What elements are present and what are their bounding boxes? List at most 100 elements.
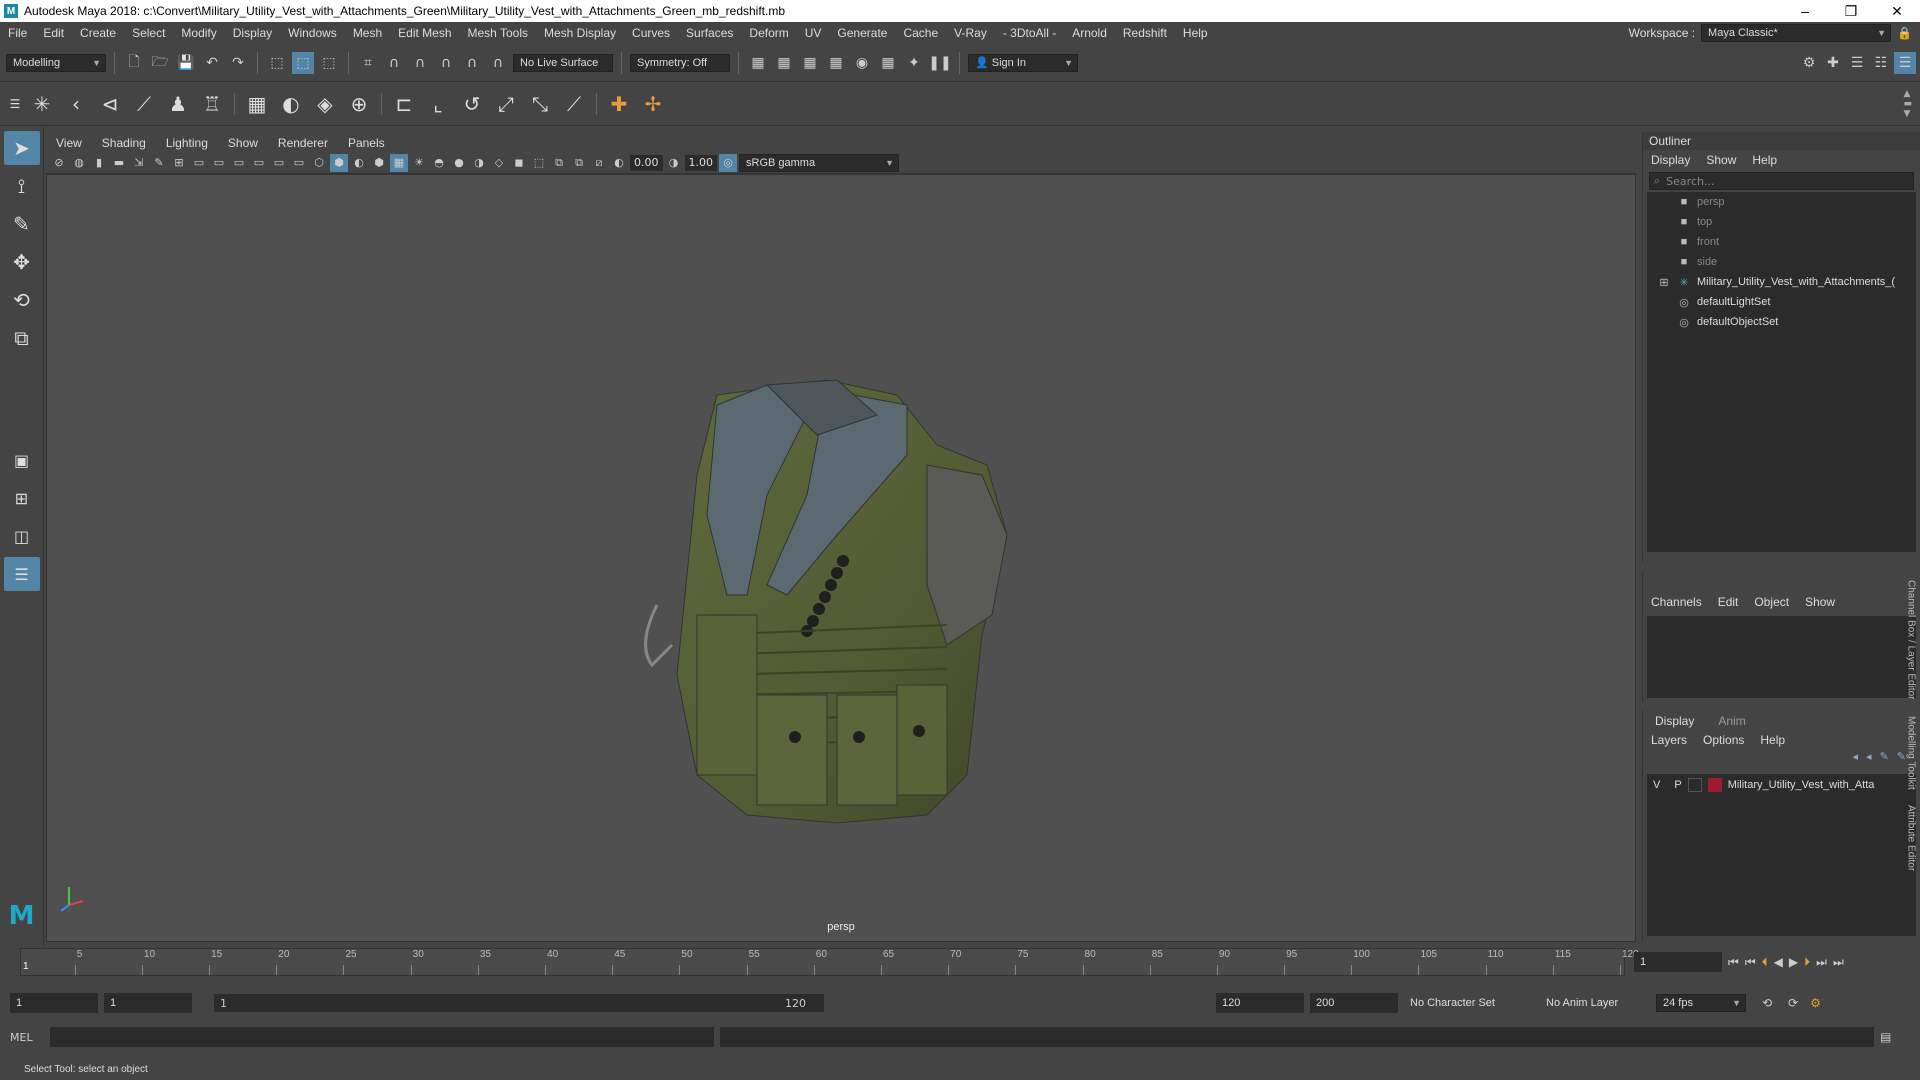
- layer-menu-layers[interactable]: Layers: [1643, 733, 1695, 747]
- snap-live-icon[interactable]: ∩: [487, 52, 509, 74]
- gate-mask-icon[interactable]: ▭: [230, 154, 248, 172]
- select-object-icon[interactable]: ⬚: [292, 51, 314, 74]
- render-settings-icon[interactable]: ▦: [825, 52, 847, 74]
- menu-redshift[interactable]: Redshift: [1115, 26, 1175, 40]
- outliner-item-front[interactable]: ■ front: [1647, 232, 1916, 252]
- animation-start-field[interactable]: 1: [10, 993, 98, 1013]
- step-forward-key-icon[interactable]: ⏭: [1816, 955, 1827, 970]
- viewport-menu-view[interactable]: View: [46, 136, 92, 150]
- menu-mesh[interactable]: Mesh: [345, 26, 390, 40]
- channel-box-icon[interactable]: ☰: [1894, 51, 1916, 74]
- layer-name[interactable]: Military_Utility_Vest_with_Atta: [1728, 779, 1875, 791]
- layer-move-down-icon[interactable]: ◂: [1866, 750, 1872, 770]
- loop-icon[interactable]: ⟲: [1762, 996, 1772, 1010]
- go-to-start-icon[interactable]: ⏮: [1728, 955, 1739, 970]
- quick-rig-icon[interactable]: ♖: [196, 88, 228, 120]
- single-view-icon[interactable]: ▣: [4, 443, 40, 477]
- sign-in-dropdown[interactable]: 👤 Sign In ▼: [968, 53, 1078, 72]
- viewport-menu-shading[interactable]: Shading: [92, 136, 156, 150]
- current-frame-field[interactable]: 1: [1634, 952, 1722, 972]
- workspace-dropdown[interactable]: Maya Classic* ▼: [1701, 24, 1892, 42]
- step-back-frame-icon[interactable]: ⏴: [1762, 955, 1768, 970]
- textured-icon[interactable]: ▦: [390, 153, 408, 172]
- grease-pencil-icon[interactable]: ✎: [150, 154, 168, 172]
- menu-surfaces[interactable]: Surfaces: [678, 26, 741, 40]
- ik-handle-icon[interactable]: ‹: [60, 88, 92, 120]
- motion-blur-icon[interactable]: ◑: [470, 154, 488, 172]
- outliner-menu-show[interactable]: Show: [1698, 153, 1744, 167]
- maximize-button[interactable]: ❐: [1828, 3, 1874, 20]
- channel-menu-show[interactable]: Show: [1797, 595, 1843, 609]
- isolate-select-icon[interactable]: ⬚: [530, 154, 548, 172]
- outliner-item-defaultobjectset[interactable]: ◎ defaultObjectSet: [1647, 312, 1916, 332]
- menu-select[interactable]: Select: [124, 26, 173, 40]
- xray-joints-icon[interactable]: ⧉: [570, 154, 588, 172]
- bind-skin-icon[interactable]: ⟋: [128, 88, 160, 120]
- pole-vector-icon[interactable]: ⟋: [558, 88, 590, 120]
- select-tool-icon[interactable]: ➤: [3, 131, 40, 165]
- bookmark-icon[interactable]: ▮: [90, 154, 108, 172]
- outliner-item-side[interactable]: ■ side: [1647, 252, 1916, 272]
- select-hierarchy-icon[interactable]: ⬚: [266, 52, 288, 74]
- xray-icon[interactable]: ⧉: [550, 154, 568, 172]
- auto-key-icon[interactable]: ⟳: [1788, 996, 1798, 1010]
- safe-action-icon[interactable]: ▭: [270, 154, 288, 172]
- shelf-menu-icon[interactable]: ☰: [6, 88, 24, 120]
- open-scene-icon[interactable]: 🗁: [149, 52, 171, 74]
- default-material-icon[interactable]: ◐: [350, 154, 368, 172]
- menu-file[interactable]: File: [0, 26, 35, 40]
- render-setup-icon[interactable]: ▦: [877, 52, 899, 74]
- mel-label[interactable]: MEL: [10, 1031, 44, 1044]
- image-plane-icon[interactable]: ▬: [110, 154, 128, 172]
- mel-input[interactable]: [50, 1027, 714, 1047]
- step-forward-frame-icon[interactable]: ⏵: [1804, 955, 1810, 970]
- channel-menu-channels[interactable]: Channels: [1643, 595, 1710, 609]
- playback-start-field[interactable]: 1: [104, 993, 192, 1013]
- render-frame-icon[interactable]: ▦: [747, 52, 769, 74]
- playback-end-field[interactable]: 120: [1216, 993, 1304, 1013]
- hypershade-icon[interactable]: ◉: [851, 52, 873, 74]
- shelf-scroll-up-icon[interactable]: ▲: [1903, 89, 1912, 99]
- scale-constraint-icon[interactable]: ⤡: [524, 88, 556, 120]
- layer-move-up-icon[interactable]: ◂: [1853, 750, 1859, 770]
- xray-components-icon[interactable]: ⧄: [590, 154, 608, 172]
- humanik-icon[interactable]: ♟: [162, 88, 194, 120]
- side-tab-attribute-editor[interactable]: Attribute Editor: [1906, 805, 1917, 871]
- depth-of-field-icon[interactable]: ◼: [510, 154, 528, 172]
- menu-mesh-display[interactable]: Mesh Display: [536, 26, 624, 40]
- move-tool-icon[interactable]: ✥: [4, 245, 40, 279]
- layer-visibility-toggle[interactable]: V: [1653, 779, 1660, 791]
- outliner-item-top[interactable]: ■ top: [1647, 212, 1916, 232]
- ipr-render-icon[interactable]: ▦: [799, 52, 821, 74]
- redo-icon[interactable]: ↷: [227, 52, 249, 74]
- tab-anim[interactable]: Anim: [1706, 712, 1757, 730]
- blend-shape-icon[interactable]: ⊕: [343, 88, 375, 120]
- 3d-viewport[interactable]: persp: [46, 174, 1636, 942]
- range-slider[interactable]: 1 120: [214, 994, 824, 1012]
- outliner-item-vest-group[interactable]: ⊞ ✳ Military_Utility_Vest_with_Attachments…: [1647, 272, 1916, 292]
- expand-icon[interactable]: ⊞: [1657, 276, 1671, 289]
- new-layer-icon[interactable]: ✎: [1880, 750, 1889, 770]
- snap-view-icon[interactable]: ∩: [435, 52, 457, 74]
- tool-settings-icon[interactable]: ☷: [1870, 52, 1892, 74]
- layer-display-type[interactable]: [1687, 778, 1702, 792]
- layer-menu-help[interactable]: Help: [1752, 733, 1793, 747]
- wireframe-icon[interactable]: ⬡: [310, 154, 328, 172]
- outliner-menu-display[interactable]: Display: [1643, 153, 1698, 167]
- snap-curve-icon[interactable]: ∩: [383, 52, 405, 74]
- new-scene-icon[interactable]: 🗋: [123, 52, 145, 74]
- menu-windows[interactable]: Windows: [280, 26, 345, 40]
- tab-display[interactable]: Display: [1643, 712, 1707, 730]
- aim-constraint-icon[interactable]: ↺: [456, 88, 488, 120]
- side-tab-modelling-toolkit[interactable]: Modelling Toolkit: [1906, 716, 1917, 790]
- paint-select-icon[interactable]: ✎: [4, 207, 40, 241]
- character-set-dropdown[interactable]: No Character Set: [1404, 994, 1534, 1012]
- attribute-editor-icon[interactable]: ☰: [1846, 52, 1868, 74]
- animation-end-field[interactable]: 200: [1310, 993, 1398, 1013]
- script-editor-icon[interactable]: ▤: [1880, 1030, 1891, 1044]
- menu-edit[interactable]: Edit: [35, 26, 72, 40]
- viewport-menu-panels[interactable]: Panels: [338, 136, 395, 150]
- symmetry-dropdown[interactable]: Symmetry: Off: [630, 53, 730, 72]
- shadows-icon[interactable]: ◓: [430, 154, 448, 172]
- menu-uv[interactable]: UV: [797, 26, 830, 40]
